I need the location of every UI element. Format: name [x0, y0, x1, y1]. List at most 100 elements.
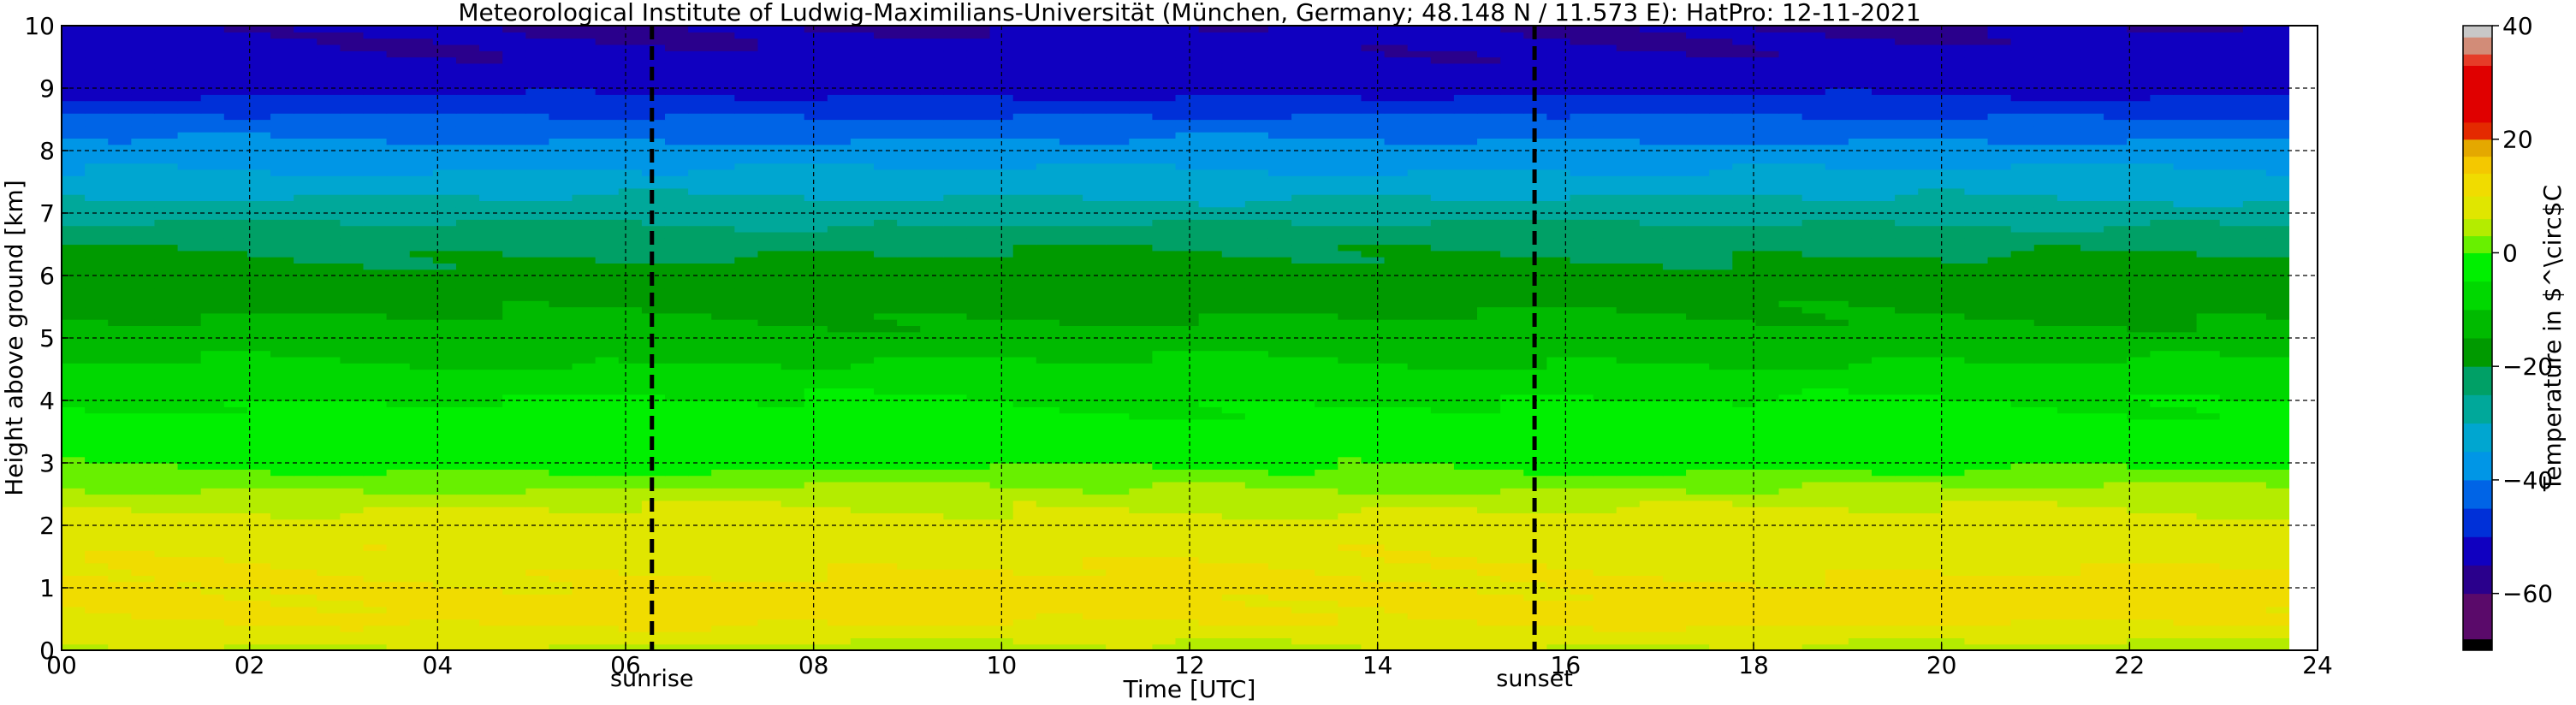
- heatmap-cell: [1198, 375, 1223, 382]
- heatmap-cell: [386, 375, 411, 382]
- heatmap-cell: [1895, 350, 1919, 358]
- heatmap-cell: [1453, 450, 1478, 458]
- heatmap-cell: [154, 562, 179, 570]
- heatmap-cell: [340, 594, 365, 601]
- heatmap-cell: [85, 550, 109, 558]
- heatmap-cell: [154, 344, 179, 352]
- heatmap-cell: [246, 406, 271, 414]
- heatmap-cell: [1291, 406, 1315, 414]
- heatmap-cell: [2242, 475, 2267, 483]
- heatmap-cell: [804, 488, 828, 495]
- heatmap-cell: [2057, 600, 2081, 607]
- heatmap-cell: [294, 613, 318, 620]
- heatmap-cell: [897, 356, 921, 364]
- heatmap-cell: [1012, 475, 1037, 483]
- heatmap-cell: [1361, 350, 1386, 358]
- heatmap-cell: [1407, 594, 1432, 601]
- heatmap-cell: [1825, 625, 1849, 632]
- heatmap-cell: [2196, 425, 2221, 433]
- heatmap-cell: [1639, 575, 1664, 583]
- heatmap-cell: [688, 375, 712, 382]
- heatmap-cell: [1639, 531, 1664, 539]
- heatmap-cell: [246, 475, 271, 483]
- heatmap-cell: [2127, 437, 2151, 445]
- heatmap-cell: [595, 494, 620, 501]
- heatmap-cell: [1106, 494, 1130, 501]
- heatmap-cell: [131, 363, 156, 370]
- heatmap-cell: [1801, 338, 1826, 345]
- heatmap-cell: [1012, 463, 1037, 470]
- heatmap-cell: [1267, 475, 1292, 483]
- heatmap-cell: [479, 331, 503, 339]
- heatmap-cell: [432, 444, 457, 451]
- heatmap-cell: [664, 543, 689, 551]
- heatmap-cell: [757, 619, 782, 626]
- heatmap-cell: [455, 350, 480, 358]
- heatmap-cell: [1500, 507, 1524, 513]
- heatmap-cell: [502, 344, 526, 352]
- heatmap-cell: [1453, 388, 1478, 395]
- heatmap-cell: [897, 400, 921, 407]
- heatmap-cell: [572, 631, 597, 638]
- heatmap-cell: [2265, 481, 2290, 489]
- heatmap-cell: [1801, 437, 1826, 445]
- heatmap-cell: [1778, 418, 1803, 426]
- heatmap-cell: [1616, 444, 1641, 451]
- heatmap-cell: [1152, 363, 1177, 370]
- heatmap-cell: [1662, 382, 1687, 388]
- heatmap-cell: [108, 550, 132, 558]
- heatmap-cell: [1686, 363, 1710, 370]
- heatmap-cell: [200, 437, 225, 445]
- heatmap-cell: [2080, 581, 2104, 589]
- heatmap-cell: [943, 531, 968, 539]
- heatmap-cell: [1546, 475, 1571, 483]
- heatmap-cell: [223, 619, 248, 626]
- heatmap-cell: [1221, 494, 1246, 501]
- heatmap-cell: [1755, 450, 1780, 458]
- heatmap-cell: [549, 488, 573, 495]
- heatmap-cell: [920, 444, 944, 451]
- heatmap-cell: [618, 456, 643, 464]
- heatmap-cell: [62, 525, 86, 532]
- heatmap-cell: [1106, 444, 1130, 451]
- heatmap-cell: [1964, 637, 1989, 645]
- heatmap-cell: [1152, 488, 1177, 495]
- heatmap-cell: [1059, 400, 1083, 407]
- heatmap-cell: [711, 369, 735, 376]
- heatmap-cell: [1036, 537, 1060, 545]
- heatmap-cell: [1198, 488, 1223, 495]
- heatmap-cell: [1709, 338, 1733, 345]
- heatmap-cell: [340, 375, 365, 382]
- heatmap-cell: [1570, 350, 1594, 358]
- heatmap-cell: [1778, 550, 1803, 558]
- heatmap-cell: [1871, 444, 1896, 451]
- heatmap-cell: [1801, 556, 1826, 564]
- heatmap-cell: [943, 631, 968, 638]
- heatmap-cell: [246, 488, 271, 495]
- heatmap-cell: [1407, 488, 1432, 495]
- heatmap-cell: [1361, 588, 1386, 595]
- heatmap-cell: [2080, 388, 2104, 395]
- heatmap-cell: [572, 556, 597, 564]
- heatmap-cell: [1291, 600, 1315, 607]
- heatmap-cell: [270, 588, 294, 595]
- heatmap-cell: [1546, 500, 1571, 507]
- heatmap-cell: [1106, 425, 1130, 433]
- heatmap-cell: [572, 350, 597, 358]
- heatmap-cell: [1732, 369, 1757, 376]
- heatmap-cell: [409, 450, 434, 458]
- heatmap-cell: [1338, 406, 1362, 414]
- heatmap-cell: [409, 569, 434, 576]
- heatmap-cell: [294, 469, 318, 477]
- heatmap-cell: [1801, 488, 1826, 495]
- heatmap-cell: [85, 463, 109, 470]
- heatmap-cell: [2196, 531, 2221, 539]
- heatmap-cell: [1662, 475, 1687, 483]
- heatmap-cell: [246, 344, 271, 352]
- heatmap-cell: [1221, 350, 1246, 358]
- heatmap-cell: [1361, 550, 1386, 558]
- heatmap-cell: [1987, 606, 2012, 613]
- heatmap-cell: [1083, 556, 1107, 564]
- heatmap-cell: [1709, 363, 1733, 370]
- heatmap-cell: [757, 606, 782, 613]
